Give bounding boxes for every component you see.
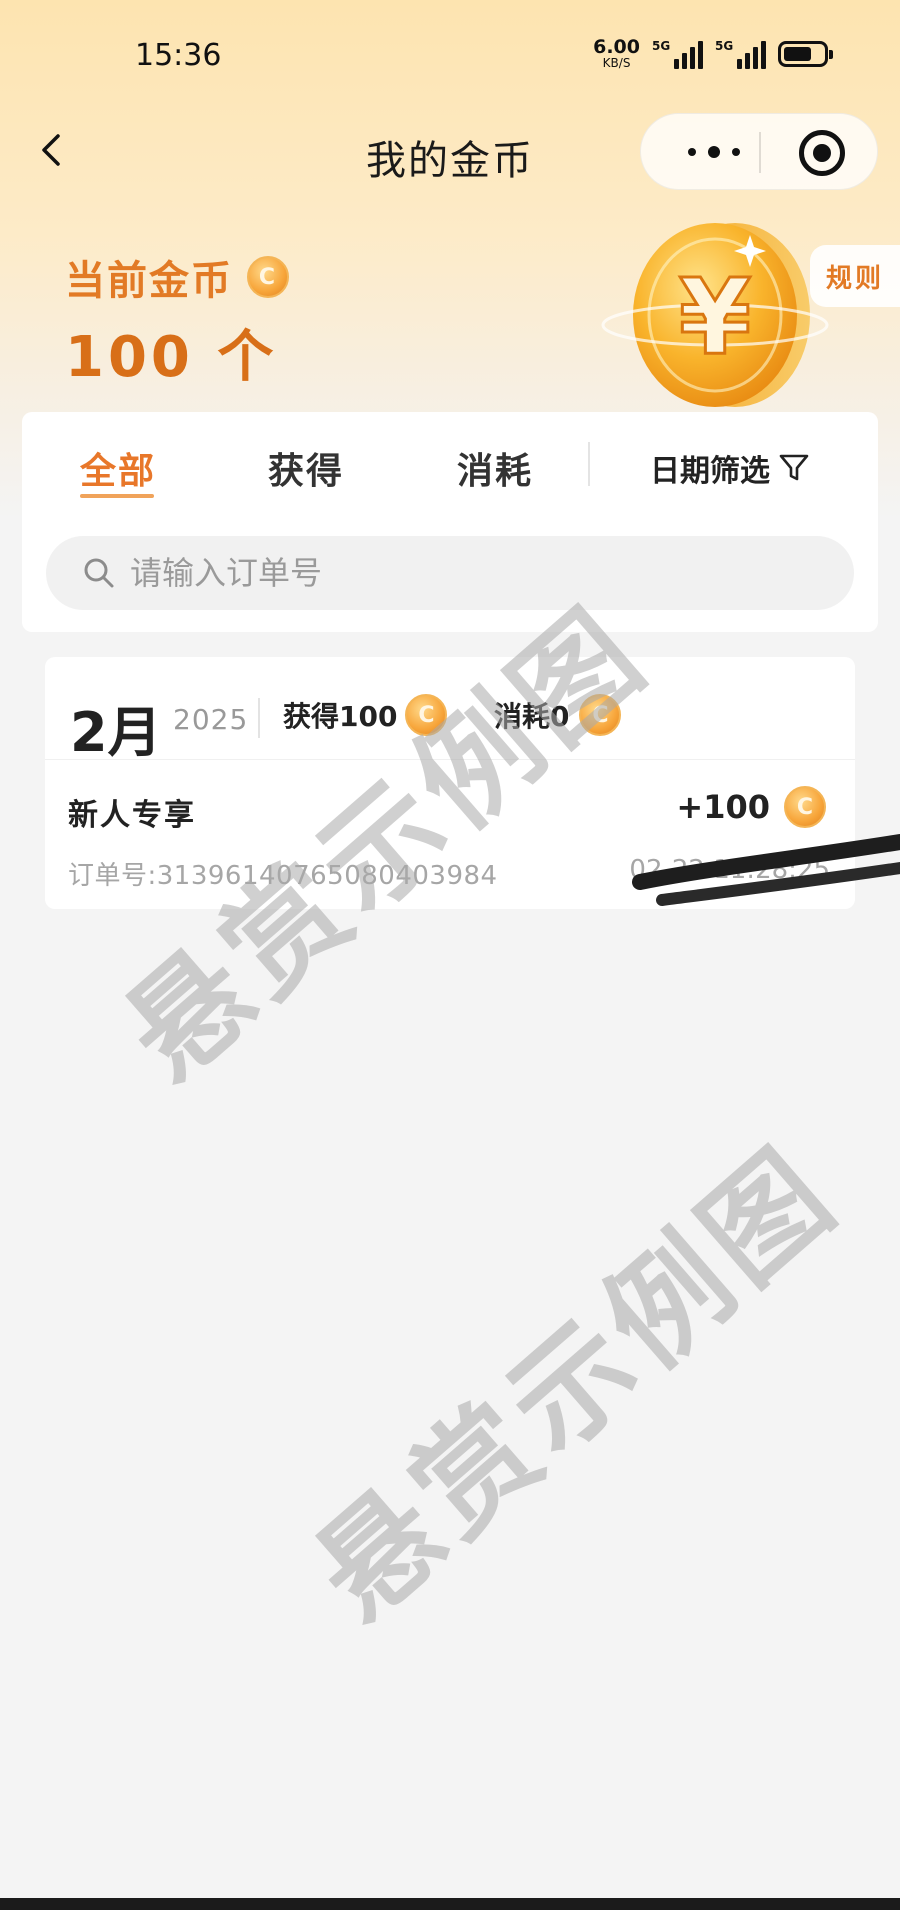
tab-all[interactable]: 全部 (80, 442, 156, 494)
month-label: 2月 (70, 701, 162, 764)
record-amount: +100 (676, 788, 770, 826)
divider (45, 759, 855, 760)
coin-icon (579, 694, 622, 736)
tab-spent[interactable]: 消耗 (457, 442, 533, 494)
network-speed-unit: KB/S (602, 56, 631, 70)
spent-summary-text: 消耗0 (494, 700, 570, 733)
tab-earned[interactable]: 获得 (268, 442, 344, 494)
network-speed: 6.00 KB/S (593, 36, 640, 70)
earned-summary-text: 获得100 (283, 700, 398, 733)
signal-icon: 5G (715, 39, 766, 69)
coin-icon (784, 786, 826, 828)
filter-funnel-icon (779, 454, 809, 481)
date-filter-label: 日期筛选 (650, 454, 770, 489)
search-icon (84, 558, 114, 588)
status-bar: 15:36 6.00 KB/S 5G 5G (0, 0, 900, 110)
status-indicators: 6.00 KB/S 5G 5G (593, 36, 833, 70)
watermark: 悬赏示例图 (289, 1122, 864, 1647)
coin-icon (247, 256, 289, 298)
month-earned-summary: 获得100 (283, 694, 448, 736)
search-input[interactable] (130, 550, 730, 596)
bottom-bar (0, 1898, 900, 1910)
network-speed-value: 6.00 (593, 36, 640, 58)
date-filter-button[interactable]: 日期筛选 (650, 446, 810, 490)
status-time: 15:36 (135, 38, 222, 73)
tab-separator (588, 442, 590, 486)
balance-value: 100 个 (65, 325, 278, 390)
coin-icon (405, 694, 448, 736)
target-icon[interactable] (799, 130, 845, 176)
signal-tag: 5G (715, 38, 734, 53)
more-dots-icon[interactable] (679, 140, 749, 164)
record-title: 新人专享 (68, 798, 196, 833)
record-amount-row: +100 (676, 786, 826, 828)
balance-label-row: 当前金币 (65, 248, 289, 306)
large-coin-illustration: ¥ (601, 223, 829, 407)
year-label: 2025 (173, 703, 249, 736)
month-spent-summary: 消耗0 (494, 694, 622, 736)
signal-icon: 5G (652, 39, 703, 69)
battery-icon (778, 40, 833, 67)
coin-symbol: ¥ (679, 256, 751, 378)
record-time: 02-22 11:28:25 (629, 855, 830, 885)
mini-program-capsule (640, 113, 878, 190)
balance-label: 当前金币 (65, 258, 233, 304)
rules-button[interactable]: 规则 (810, 245, 900, 307)
month-separator (258, 698, 260, 738)
active-tab-indicator (80, 494, 154, 498)
record-order-number: 订单号:3139614076508040398​4 (68, 861, 498, 891)
capsule-divider (759, 132, 761, 173)
signal-tag: 5G (652, 38, 671, 53)
